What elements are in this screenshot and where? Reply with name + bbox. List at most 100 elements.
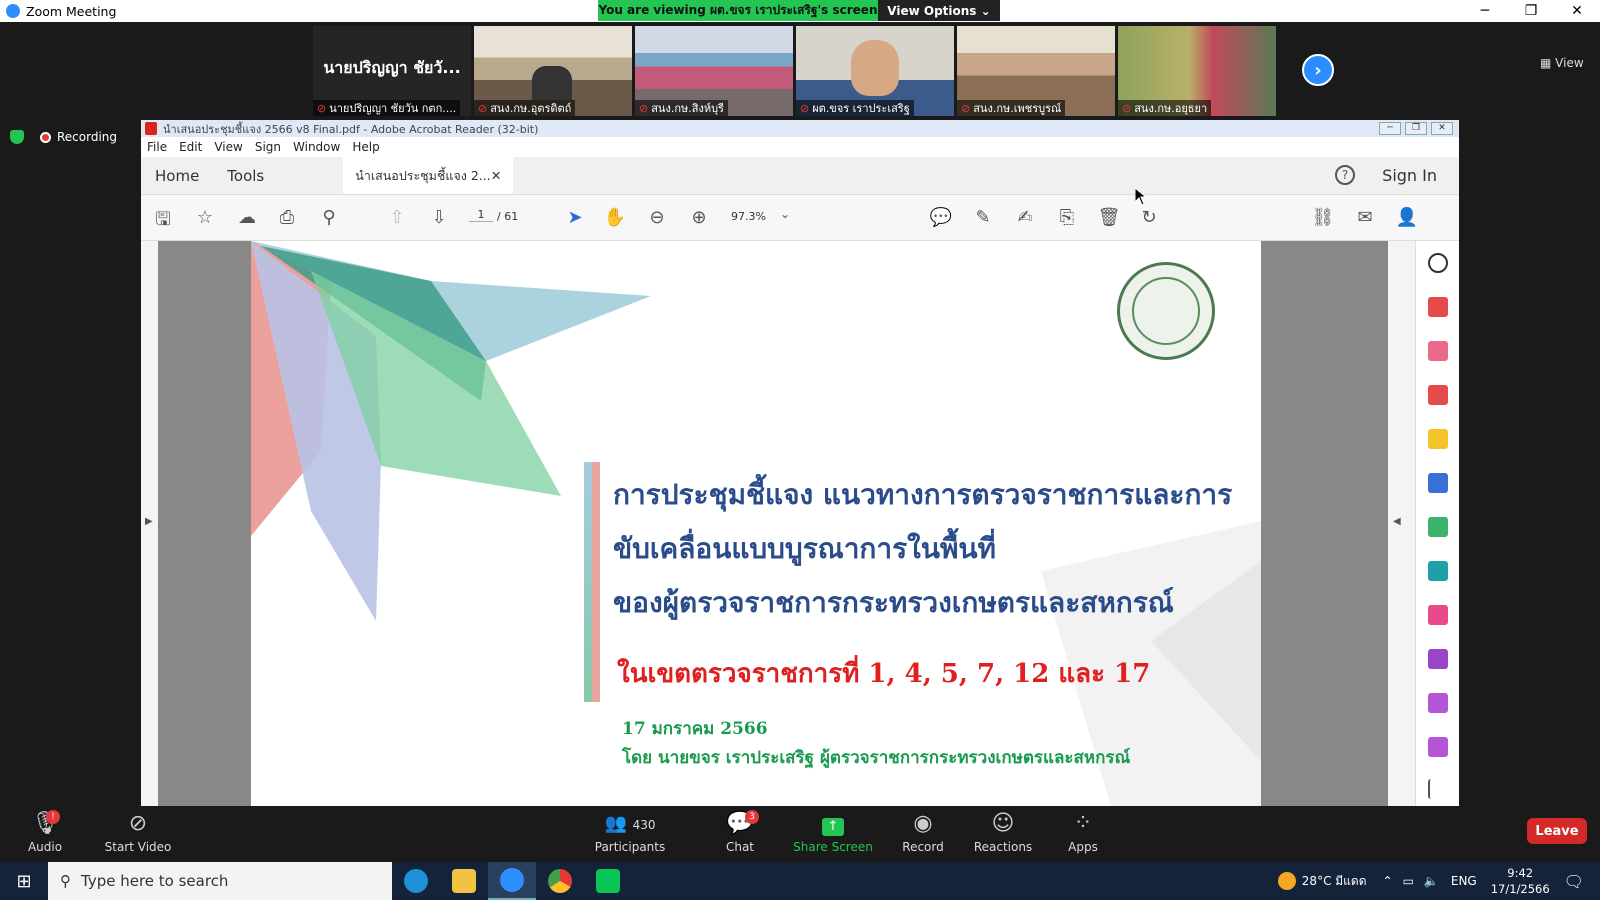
link-icon[interactable]: ⛓ <box>1311 207 1335 228</box>
mouse-pointer-icon <box>1135 188 1147 206</box>
save-icon[interactable]: 🖫 <box>151 207 175 237</box>
notifications-icon[interactable]: 🗨 <box>1564 872 1584 891</box>
next-page-arrow-icon[interactable]: › <box>1302 54 1334 86</box>
menu-sign[interactable]: Sign <box>255 140 281 154</box>
menu-help[interactable]: Help <box>352 140 379 154</box>
video-tile[interactable]: นายปริญญา ชัยวั... ⊘ นายปริญญา ชัยวัน กตก… <box>313 26 471 116</box>
collapse-left-icon[interactable]: ◀ <box>1393 516 1401 527</box>
close-tab-icon[interactable]: ✕ <box>491 168 501 183</box>
language-indicator[interactable]: ENG <box>1451 874 1477 888</box>
page-number-input[interactable]: 1 <box>469 208 493 222</box>
video-tile[interactable]: ⊘ สนง.กษ.เพชรบูรณ์ <box>957 26 1115 116</box>
highlight-pen-icon[interactable]: ✎ <box>971 207 995 228</box>
start-video-button[interactable]: ⊘ Start Video <box>93 812 183 855</box>
line-app-icon[interactable] <box>584 862 632 900</box>
zoom-dropdown-chevron-icon[interactable]: ⌄ <box>773 207 797 221</box>
tab-tools[interactable]: Tools <box>213 157 343 194</box>
select-cursor-icon[interactable]: ➤ <box>563 207 587 228</box>
weather-text[interactable]: 28°C มีแดด <box>1302 872 1367 891</box>
windows-start-icon[interactable]: ⊞ <box>0 862 48 900</box>
video-tile[interactable]: ⊘ สนง.กษ.อยุธยา <box>1118 26 1276 116</box>
acrobat-minimize-button[interactable]: ─ <box>1379 122 1401 135</box>
tools-right-panel <box>1415 241 1459 806</box>
menu-edit[interactable]: Edit <box>179 140 202 154</box>
hand-tool-icon[interactable]: ✋ <box>603 207 627 228</box>
clock[interactable]: 9:42 17/1/2566 <box>1491 865 1550 897</box>
view-options-button[interactable]: View Options ⌄ <box>878 0 1000 21</box>
fill-sign-icon[interactable] <box>1428 605 1448 625</box>
delete-icon[interactable]: 🗑 <box>1097 207 1121 228</box>
title-accent-bar <box>592 462 600 702</box>
menu-view[interactable]: View <box>214 140 242 154</box>
acrobat-close-button[interactable]: ✕ <box>1431 122 1453 135</box>
draw-icon[interactable]: ✍ <box>1013 207 1037 228</box>
close-button[interactable]: ✕ <box>1554 0 1600 22</box>
export-pdf-icon[interactable] <box>1428 297 1448 317</box>
more-tools-icon[interactable] <box>1428 737 1448 757</box>
edit-pdf-icon[interactable] <box>1428 649 1448 669</box>
acrobat-window-title: นำเสนอประชุมชี้แจง 2566 v8 Final.pdf - A… <box>163 122 539 136</box>
protect-icon[interactable] <box>1428 561 1448 581</box>
help-icon[interactable]: ? <box>1335 165 1355 185</box>
bookmark-star-icon[interactable]: ☆ <box>193 207 217 228</box>
reactions-button[interactable]: ☺ Reactions <box>958 812 1048 855</box>
taskbar-search-box[interactable]: ⚲ Type here to search <box>48 862 392 900</box>
expand-right-icon: ▶ <box>145 516 153 527</box>
record-button[interactable]: ◉ Record <box>878 812 968 855</box>
next-page-icon[interactable]: ⇩ <box>427 207 451 228</box>
rotate-icon[interactable]: ↻ <box>1137 207 1161 228</box>
video-tile[interactable]: ⊘ สนง.กษ.อุตรดิตถ์ <box>474 26 632 116</box>
slide-title-line-2: ขับเคลื่อนแบบบูรณาการในพื้นที่ <box>613 532 997 565</box>
chat-button[interactable]: 💬 Chat 3 <box>695 810 785 854</box>
apps-button[interactable]: ⁘ Apps <box>1038 812 1128 855</box>
collapse-panel-icon[interactable] <box>1428 779 1448 799</box>
share-screen-button[interactable]: ↑ Share Screen <box>788 812 878 854</box>
sign-in-button[interactable]: Sign In <box>1382 166 1437 185</box>
acrobat-restore-button[interactable]: ❐ <box>1405 122 1427 135</box>
share-user-icon[interactable]: 👤 <box>1395 207 1419 228</box>
comment-tool-icon[interactable] <box>1428 429 1448 449</box>
previous-page-icon[interactable]: ⇧ <box>385 207 409 228</box>
network-icon[interactable]: ▭ <box>1403 874 1414 888</box>
minimize-button[interactable]: ─ <box>1462 0 1508 22</box>
participants-button[interactable]: 👥 430 Participants <box>585 812 675 854</box>
stamp-icon[interactable]: ⎘ <box>1055 207 1079 228</box>
muted-mic-icon: ⊘ <box>961 101 971 115</box>
search-zoom-icon[interactable]: ⚲ <box>317 207 341 228</box>
participants-icon: 👥 430 <box>604 813 656 834</box>
microphone-icon: 🎙 <box>31 811 59 836</box>
request-signature-icon[interactable] <box>1428 693 1448 713</box>
vertical-scrollbar[interactable]: ◀ <box>1388 241 1415 806</box>
chrome-icon[interactable] <box>536 862 584 900</box>
file-explorer-icon[interactable] <box>440 862 488 900</box>
menu-file[interactable]: File <box>147 140 167 154</box>
zoom-level-select[interactable]: 97.3% <box>731 210 766 223</box>
recording-dot-icon <box>40 131 51 143</box>
chevron-up-icon[interactable]: ⌃ <box>1383 874 1393 888</box>
magnifier-icon[interactable] <box>1428 253 1448 273</box>
compress-pdf-icon[interactable] <box>1428 517 1448 537</box>
tab-document[interactable]: นำเสนอประชุมชี้แจง 2... ✕ <box>343 157 514 194</box>
video-tile[interactable]: ⊘ สนง.กษ.สิงห์บุรี <box>635 26 793 116</box>
zoom-in-icon[interactable]: ⊕ <box>687 207 711 228</box>
pdf-icon <box>145 122 157 135</box>
menu-window[interactable]: Window <box>293 140 340 154</box>
comment-icon[interactable]: 💬 <box>929 207 953 228</box>
email-icon[interactable]: ✉ <box>1353 207 1377 228</box>
volume-icon[interactable]: 🔈 <box>1424 874 1439 888</box>
view-layout-button[interactable]: ▦ View <box>1540 56 1584 70</box>
organize-pages-icon[interactable] <box>1428 341 1448 361</box>
upload-cloud-icon[interactable]: ☁ <box>235 207 259 228</box>
zoom-out-icon[interactable]: ⊖ <box>645 207 669 228</box>
audio-button[interactable]: 🎙 Audio ! <box>0 810 90 854</box>
zoom-taskbar-icon[interactable] <box>488 862 536 900</box>
left-panel-toggle[interactable]: ▶ <box>141 241 158 806</box>
tab-home[interactable]: Home <box>141 157 213 194</box>
create-pdf-icon[interactable] <box>1428 385 1448 405</box>
video-tile-active-speaker[interactable]: ⊘ ผต.ขจร เราประเสริฐ <box>796 26 954 116</box>
combine-files-icon[interactable] <box>1428 473 1448 493</box>
leave-button[interactable]: Leave <box>1527 818 1587 844</box>
edge-icon[interactable] <box>392 862 440 900</box>
print-icon[interactable]: ⎙ <box>275 207 299 228</box>
restore-button[interactable]: ❐ <box>1508 0 1554 22</box>
